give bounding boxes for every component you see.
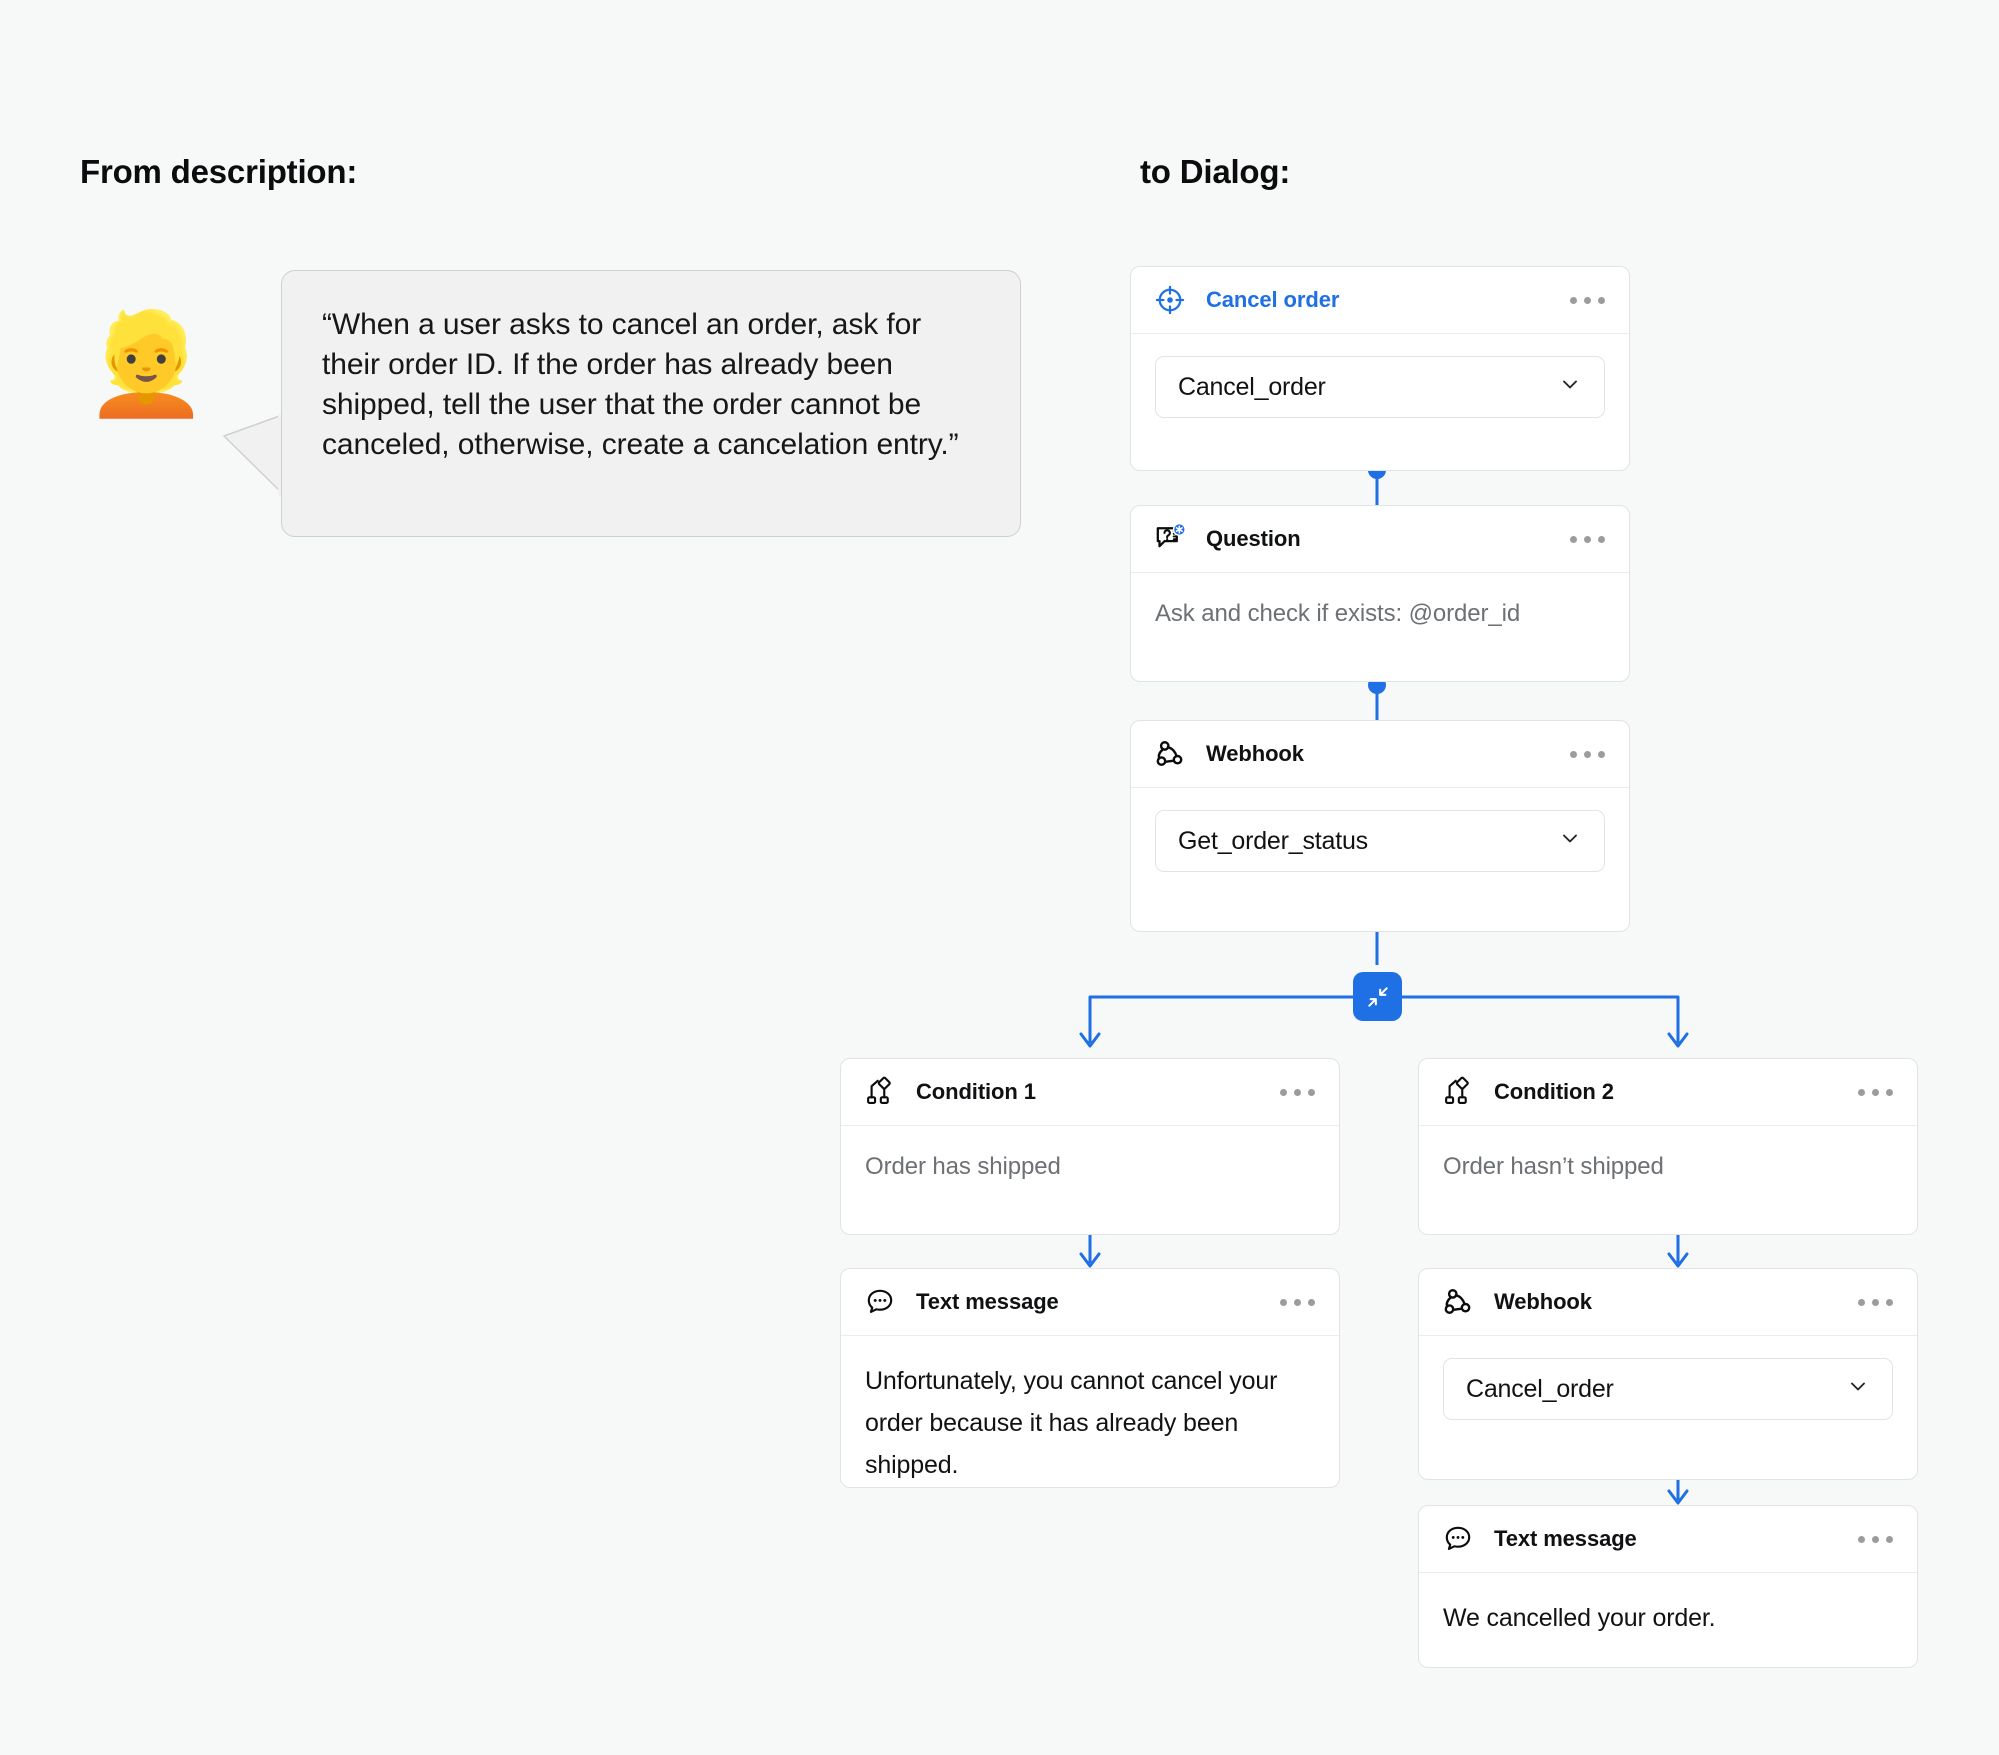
node-header: Webhook — [1131, 721, 1629, 788]
node-title: Webhook — [1494, 1289, 1592, 1314]
page-title-right: to Dialog: — [1140, 153, 1291, 190]
more-options-icon[interactable] — [1856, 1289, 1895, 1316]
chevron-down-icon — [1558, 372, 1582, 403]
webhook-status-select-value: Get_order_status — [1178, 826, 1368, 855]
more-options-icon[interactable] — [1856, 1526, 1895, 1553]
connector-branch-split — [1079, 925, 1689, 1048]
node-card-text-right[interactable]: Text message We cancelled your order. — [1418, 1505, 1918, 1668]
node-header: Condition 1 — [841, 1059, 1339, 1126]
more-options-icon[interactable] — [1278, 1079, 1317, 1106]
node-title: Cancel order — [1206, 287, 1340, 312]
more-options-icon[interactable] — [1278, 1289, 1317, 1316]
node-card-intent[interactable]: Cancel order Cancel_order — [1130, 266, 1630, 471]
webhook-cancel-select-value: Cancel_order — [1466, 1374, 1614, 1403]
chevron-down-icon — [1558, 826, 1582, 857]
node-body: Order has shipped — [841, 1126, 1339, 1214]
node-card-condition-1[interactable]: Condition 1 Order has shipped — [840, 1058, 1340, 1235]
node-header: Question — [1131, 506, 1629, 573]
node-body: Get_order_status — [1131, 788, 1629, 898]
more-options-icon[interactable] — [1856, 1079, 1895, 1106]
description-speech-bubble: “When a user asks to cancel an order, as… — [281, 270, 1021, 537]
node-header: Text message — [1419, 1506, 1917, 1573]
merge-branches-button[interactable] — [1353, 972, 1402, 1021]
node-header: Cancel order — [1131, 267, 1629, 334]
node-body: We cancelled your order. — [1419, 1573, 1917, 1667]
condition-branch-icon — [1439, 1073, 1477, 1111]
text-left-message: Unfortunately, you cannot cancel your or… — [865, 1367, 1278, 1479]
chat-bubble-icon — [1439, 1520, 1477, 1558]
node-header: Condition 2 — [1419, 1059, 1917, 1126]
chevron-down-icon — [1846, 1374, 1870, 1405]
node-title: Text message — [1494, 1526, 1637, 1551]
node-body: Order hasn’t shipped — [1419, 1126, 1917, 1214]
node-body: Cancel_order — [1419, 1336, 1917, 1446]
node-header: Webhook — [1419, 1269, 1917, 1336]
collapse-arrows-icon — [1367, 986, 1388, 1007]
node-card-text-left[interactable]: Text message Unfortunately, you cannot c… — [840, 1268, 1340, 1488]
more-options-icon[interactable] — [1568, 526, 1607, 553]
more-options-icon[interactable] — [1568, 287, 1607, 314]
webhook-icon — [1439, 1283, 1477, 1321]
webhook-cancel-select[interactable]: Cancel_order — [1443, 1358, 1893, 1420]
condition-2-expression: Order hasn’t shipped — [1443, 1153, 1664, 1180]
node-title: Question — [1206, 526, 1301, 551]
speech-bubble-tail — [223, 413, 286, 497]
more-options-icon[interactable] — [1568, 741, 1607, 768]
node-body: Ask and check if exists: @order_id — [1131, 573, 1629, 661]
webhook-status-select[interactable]: Get_order_status — [1155, 810, 1605, 872]
chat-bubble-icon — [861, 1283, 899, 1321]
webhook-icon — [1151, 735, 1189, 773]
node-header: Text message — [841, 1269, 1339, 1336]
node-title: Condition 1 — [916, 1079, 1036, 1104]
intent-select-value: Cancel_order — [1178, 372, 1326, 401]
intent-select[interactable]: Cancel_order — [1155, 356, 1605, 418]
node-title: Webhook — [1206, 741, 1304, 766]
target-icon — [1151, 281, 1189, 319]
page-title-left: From description: — [80, 153, 358, 190]
node-card-condition-2[interactable]: Condition 2 Order hasn’t shipped — [1418, 1058, 1918, 1235]
avatar: 👱 — [84, 308, 209, 420]
text-right-message: We cancelled your order. — [1443, 1604, 1716, 1632]
node-card-webhook-status[interactable]: Webhook Get_order_status — [1130, 720, 1630, 932]
node-card-webhook-cancel[interactable]: Webhook Cancel_order — [1418, 1268, 1918, 1480]
node-title: Text message — [916, 1289, 1059, 1314]
question-bubble-icon — [1151, 520, 1189, 558]
condition-1-expression: Order has shipped — [865, 1153, 1061, 1180]
question-prompt-text: Ask and check if exists: @order_id — [1155, 600, 1521, 627]
node-body: Cancel_order — [1131, 334, 1629, 444]
condition-branch-icon — [861, 1073, 899, 1111]
node-title: Condition 2 — [1494, 1079, 1614, 1104]
description-text: “When a user asks to cancel an order, as… — [322, 308, 959, 461]
node-body: Unfortunately, you cannot cancel your or… — [841, 1336, 1339, 1487]
node-card-question[interactable]: Question Ask and check if exists: @order… — [1130, 505, 1630, 682]
